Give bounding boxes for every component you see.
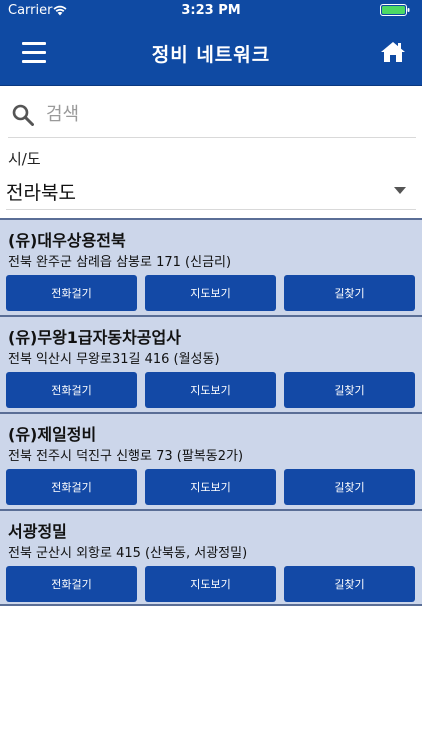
shop-name: (유)제일정비 [8, 425, 97, 444]
status-bar: Carrier 3:23 PM [0, 0, 422, 22]
map-button[interactable]: 지도보기 [145, 469, 276, 505]
map-button[interactable]: 지도보기 [145, 372, 276, 408]
battery-icon [380, 4, 410, 16]
shop-address: 전북 익산시 무왕로31길 416 (월성동) [8, 352, 220, 367]
list-item: 서광정밀 전북 군산시 외항로 415 (산북동, 서광정밀) 전화걸기 지도보… [0, 509, 422, 606]
region-value: 전라북도 [6, 182, 76, 204]
list-item: (유)제일정비 전북 전주시 덕진구 신행로 73 (팔복동2가) 전화걸기 지… [0, 412, 422, 509]
shop-address: 전북 전주시 덕진구 신행로 73 (팔복동2가) [8, 449, 244, 464]
shop-name: (유)무왕1급자동차공업사 [8, 328, 181, 347]
call-button[interactable]: 전화걸기 [6, 275, 137, 311]
shop-address: 전북 완주군 삼례읍 삼봉로 171 (신금리) [8, 255, 232, 270]
directions-button[interactable]: 길찾기 [284, 372, 415, 408]
list-item: (유)대우상용전북 전북 완주군 삼례읍 삼봉로 171 (신금리) 전화걸기 … [0, 218, 422, 315]
search-bar [8, 92, 416, 138]
region-select[interactable]: 전라북도 [6, 170, 416, 210]
map-button[interactable]: 지도보기 [145, 275, 276, 311]
search-icon [12, 104, 34, 126]
home-icon[interactable] [380, 40, 406, 64]
search-input[interactable] [46, 98, 406, 130]
map-button[interactable]: 지도보기 [145, 566, 276, 602]
page-title: 정비 네트워크 [151, 44, 271, 66]
shop-name: (유)대우상용전북 [8, 231, 126, 250]
clock: 3:23 PM [181, 3, 241, 18]
region-label: 시/도 [8, 150, 41, 168]
list-item: (유)무왕1급자동차공업사 전북 익산시 무왕로31길 416 (월성동) 전화… [0, 315, 422, 412]
top-header: Carrier 3:23 PM 정비 네트워크 [0, 0, 422, 86]
call-button[interactable]: 전화걸기 [6, 469, 137, 505]
shop-address: 전북 군산시 외항로 415 (산북동, 서광정밀) [8, 546, 248, 561]
nav-bar: 정비 네트워크 [0, 22, 422, 86]
shop-name: 서광정밀 [8, 522, 67, 541]
directions-button[interactable]: 길찾기 [284, 275, 415, 311]
directions-button[interactable]: 길찾기 [284, 469, 415, 505]
app-screen: Carrier 3:23 PM 정비 네트워크 검색 시/도 전라북도 (유)대… [0, 0, 422, 750]
shop-list: (유)대우상용전북 전북 완주군 삼례읍 삼봉로 171 (신금리) 전화걸기 … [0, 218, 422, 606]
call-button[interactable]: 전화걸기 [6, 372, 137, 408]
menu-button[interactable] [22, 42, 46, 64]
chevron-down-icon [394, 187, 406, 194]
call-button[interactable]: 전화걸기 [6, 566, 137, 602]
directions-button[interactable]: 길찾기 [284, 566, 415, 602]
